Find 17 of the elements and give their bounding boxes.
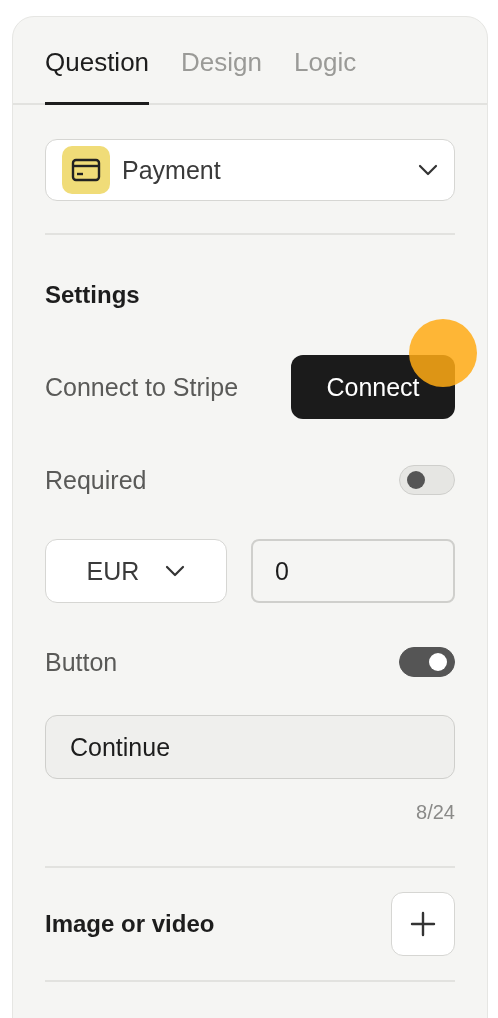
button-text-field[interactable]: Continue: [45, 715, 455, 779]
tab[interactable]: Question: [45, 17, 150, 105]
add-button[interactable]: [391, 892, 455, 956]
field-label: Required: [45, 465, 147, 495]
currency-dropdown[interactable]: EUR: [45, 539, 227, 603]
field-label: Button: [45, 647, 118, 677]
character-counter: 8/24: [415, 801, 455, 824]
credit-card-icon: [62, 146, 110, 194]
toggle-switch[interactable]: [399, 647, 455, 677]
chevron-down-icon: [165, 565, 186, 577]
plus-icon: [410, 911, 436, 937]
chevron-down-icon: [418, 164, 438, 176]
question-type-dropdown[interactable]: Payment: [45, 139, 455, 201]
section-heading: Settings: [45, 281, 141, 309]
field-label: Connect to Stripe: [45, 372, 239, 402]
amount-field[interactable]: 0: [251, 539, 455, 603]
section-heading: Image or video: [45, 910, 215, 938]
